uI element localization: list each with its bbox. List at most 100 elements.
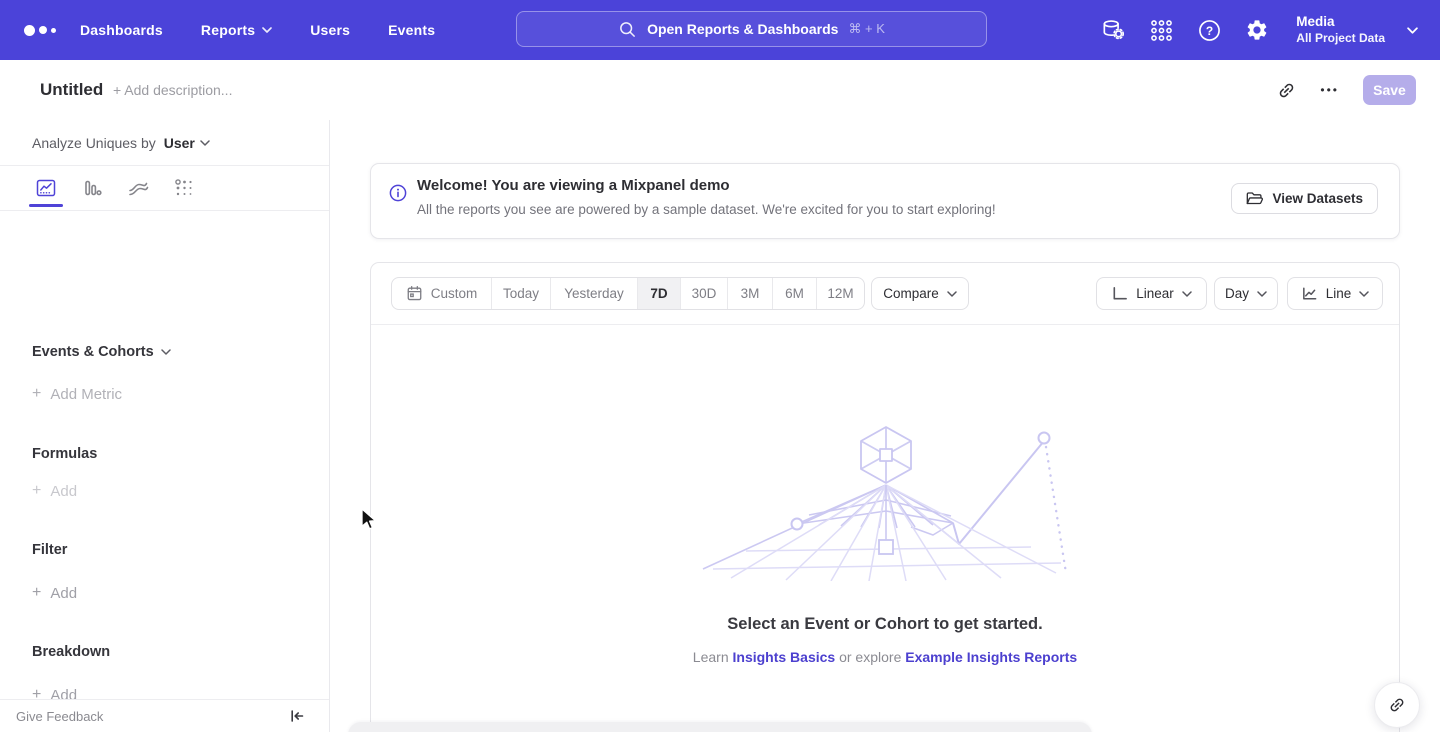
apps-grid-icon[interactable] bbox=[1148, 17, 1174, 43]
tab-retention-grid-icon[interactable] bbox=[169, 173, 199, 203]
project-name: Media bbox=[1296, 14, 1385, 31]
range-3m[interactable]: 3M bbox=[728, 278, 773, 309]
card-toolbar: Custom Today Yesterday 7D 30D 3M 6M 12M … bbox=[371, 263, 1399, 324]
compare-label: Compare bbox=[883, 286, 939, 301]
data-management-icon[interactable] bbox=[1100, 17, 1126, 43]
global-search[interactable]: Open Reports & Dashboards ⌘ + K bbox=[516, 11, 987, 47]
range-7d[interactable]: 7D bbox=[638, 278, 681, 309]
collapse-sidebar-icon[interactable] bbox=[289, 708, 305, 724]
events-cohorts-section-title[interactable]: Events & Cohorts bbox=[32, 344, 171, 360]
add-filter-button[interactable]: + Add bbox=[32, 584, 77, 602]
filter-label: Filter bbox=[32, 542, 67, 558]
top-nav-bar: Dashboards Reports Users Events Open Rep… bbox=[0, 0, 1440, 60]
chevron-down-icon bbox=[1359, 291, 1369, 297]
range-today[interactable]: Today bbox=[492, 278, 551, 309]
range-custom[interactable]: Custom bbox=[392, 278, 492, 309]
interval-dropdown[interactable]: Day bbox=[1214, 277, 1278, 310]
primary-nav: Dashboards Reports Users Events bbox=[80, 0, 435, 60]
report-canvas-card: Custom Today Yesterday 7D 30D 3M 6M 12M … bbox=[370, 262, 1400, 732]
nav-events[interactable]: Events bbox=[388, 22, 435, 38]
report-title[interactable]: Untitled bbox=[40, 60, 103, 120]
settings-gear-icon[interactable] bbox=[1244, 17, 1270, 43]
bottom-panel-peek bbox=[348, 722, 1092, 732]
range-12m-label: 12M bbox=[827, 286, 853, 301]
give-feedback-link[interactable]: Give Feedback bbox=[16, 709, 103, 724]
visualization-tabs bbox=[0, 166, 329, 211]
share-link-fab[interactable] bbox=[1374, 682, 1420, 728]
hint-prefix: Learn bbox=[693, 649, 729, 665]
nav-dashboards[interactable]: Dashboards bbox=[80, 22, 163, 38]
project-chevron-down-icon[interactable] bbox=[1407, 27, 1418, 34]
nav-reports[interactable]: Reports bbox=[201, 22, 272, 38]
chevron-down-icon bbox=[1182, 291, 1192, 297]
range-3m-label: 3M bbox=[741, 286, 760, 301]
insights-basics-link[interactable]: Insights Basics bbox=[733, 649, 836, 665]
range-today-label: Today bbox=[503, 286, 539, 301]
mixpanel-insights-screen: Dashboards Reports Users Events Open Rep… bbox=[0, 0, 1440, 732]
tab-bar-chart-icon[interactable] bbox=[77, 173, 107, 203]
help-icon[interactable]: ? bbox=[1196, 17, 1222, 43]
more-options-icon[interactable]: ••• bbox=[1320, 83, 1339, 97]
project-switcher[interactable]: Media All Project Data bbox=[1296, 14, 1385, 46]
breakdown-section-title: Breakdown bbox=[32, 644, 110, 660]
tab-insights-line-icon[interactable] bbox=[31, 173, 61, 203]
project-scope: All Project Data bbox=[1296, 31, 1385, 46]
range-12m[interactable]: 12M bbox=[817, 278, 864, 309]
events-cohorts-label: Events & Cohorts bbox=[32, 344, 154, 360]
nav-users[interactable]: Users bbox=[310, 22, 350, 38]
report-description-placeholder[interactable]: + Add description... bbox=[113, 60, 232, 120]
chevron-down-icon bbox=[1257, 291, 1267, 297]
mixpanel-logo-icon[interactable] bbox=[24, 22, 60, 38]
analyze-row: Analyze Uniques by User bbox=[0, 120, 329, 166]
range-custom-label: Custom bbox=[431, 286, 478, 301]
tab-flow-icon[interactable] bbox=[123, 173, 153, 203]
chevron-down-icon bbox=[262, 27, 272, 33]
report-header: Untitled + Add description... ••• Save bbox=[0, 60, 1440, 120]
view-datasets-label: View Datasets bbox=[1272, 191, 1363, 206]
svg-text:?: ? bbox=[1206, 23, 1213, 37]
analyze-value-text: User bbox=[164, 135, 195, 151]
empty-state-hint: Learn Insights Basics or explore Example… bbox=[371, 649, 1399, 665]
formulas-section-title: Formulas bbox=[32, 446, 97, 462]
formulas-label: Formulas bbox=[32, 446, 97, 462]
add-metric-label: Add Metric bbox=[50, 386, 122, 403]
nav-events-label: Events bbox=[388, 22, 435, 38]
report-actions: ••• Save bbox=[1277, 60, 1416, 120]
link-icon bbox=[1388, 696, 1406, 714]
chart-type-dropdown[interactable]: Line bbox=[1287, 277, 1383, 310]
linear-axis-icon bbox=[1111, 285, 1128, 302]
scale-label: Linear bbox=[1136, 286, 1174, 301]
range-30d-label: 30D bbox=[692, 286, 717, 301]
banner-subtitle: All the reports you see are powered by a… bbox=[417, 202, 996, 217]
save-button[interactable]: Save bbox=[1363, 75, 1416, 105]
range-30d[interactable]: 30D bbox=[681, 278, 728, 309]
range-6m[interactable]: 6M bbox=[773, 278, 817, 309]
filter-section-title: Filter bbox=[32, 542, 67, 558]
nav-users-label: Users bbox=[310, 22, 350, 38]
analyze-value-dropdown[interactable]: User bbox=[164, 135, 210, 151]
date-range-segmented-control: Custom Today Yesterday 7D 30D 3M 6M 12M bbox=[391, 277, 865, 310]
add-filter-label: Add bbox=[50, 585, 77, 602]
compare-button[interactable]: Compare bbox=[871, 277, 969, 310]
line-chart-icon bbox=[1301, 285, 1318, 302]
scale-dropdown[interactable]: Linear bbox=[1096, 277, 1207, 310]
add-formula-label: Add bbox=[50, 483, 77, 500]
view-datasets-button[interactable]: View Datasets bbox=[1231, 183, 1378, 214]
chart-type-label: Line bbox=[1326, 286, 1352, 301]
add-formula-button[interactable]: + Add bbox=[32, 482, 77, 500]
nav-reports-label: Reports bbox=[201, 22, 255, 38]
welcome-banner: Welcome! You are viewing a Mixpanel demo… bbox=[370, 163, 1400, 239]
search-shortcut: ⌘ + K bbox=[848, 21, 885, 37]
info-icon bbox=[389, 184, 407, 207]
copy-link-icon[interactable] bbox=[1277, 81, 1296, 100]
add-metric-button[interactable]: + Add Metric bbox=[32, 385, 122, 403]
range-yesterday[interactable]: Yesterday bbox=[551, 278, 638, 309]
example-insights-reports-link[interactable]: Example Insights Reports bbox=[905, 649, 1077, 665]
chevron-down-icon bbox=[161, 349, 171, 355]
breakdown-label: Breakdown bbox=[32, 644, 110, 660]
range-yesterday-label: Yesterday bbox=[564, 286, 624, 301]
search-placeholder: Open Reports & Dashboards bbox=[647, 21, 838, 37]
range-6m-label: 6M bbox=[785, 286, 804, 301]
chevron-down-icon bbox=[947, 291, 957, 297]
empty-state-title: Select an Event or Cohort to get started… bbox=[371, 615, 1399, 634]
